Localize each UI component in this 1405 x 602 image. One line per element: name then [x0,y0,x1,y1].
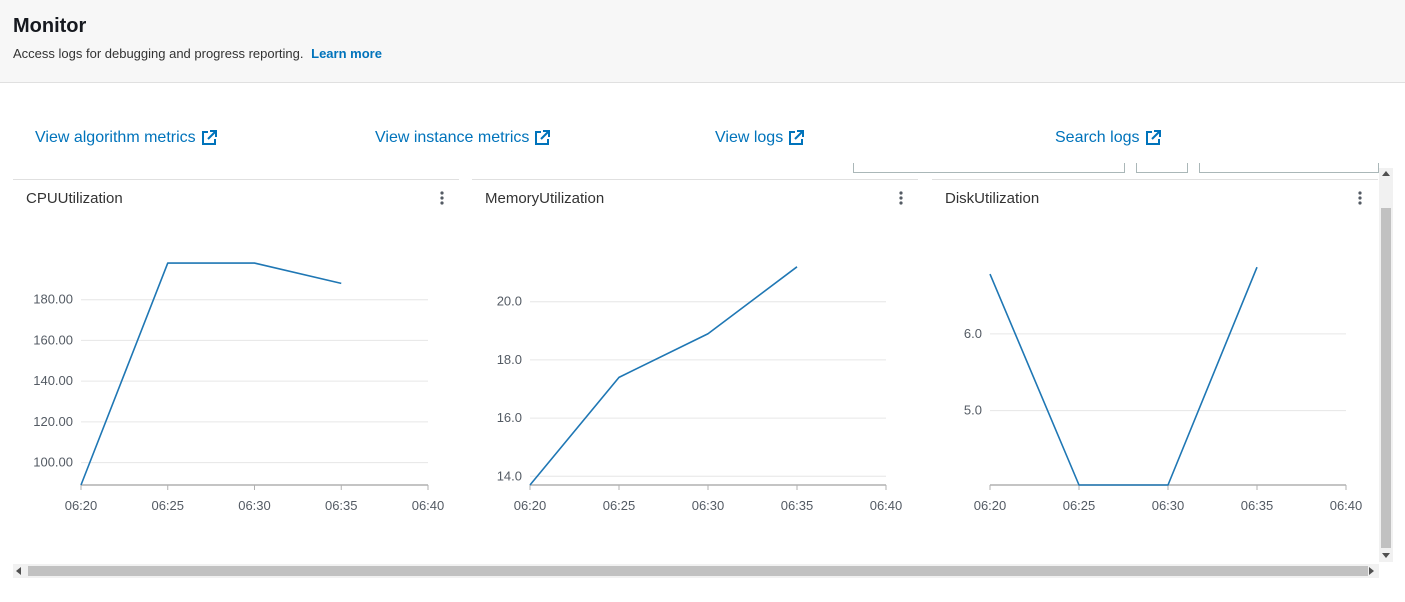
external-link-icon [789,130,805,145]
y-tick-label: 140.00 [33,373,73,388]
link-label: View algorithm metrics [35,129,196,146]
learn-more-link[interactable]: Learn more [311,46,382,61]
chart-title-disk: DiskUtilization [945,190,1040,207]
page-title: Monitor [13,15,87,37]
panel-divider [932,179,1378,180]
clipped-control[interactable] [853,163,1125,173]
external-link-icon [535,130,551,145]
y-tick-label: 14.0 [497,468,522,483]
y-tick-label: 160.00 [33,332,73,347]
panel-divider [13,179,459,180]
clipped-control[interactable] [1199,163,1379,173]
description-text: Access logs for debugging and progress r… [13,46,304,61]
series-line [529,266,798,486]
more-options-icon[interactable] [1357,190,1363,206]
y-tick-label: 20.0 [497,294,522,309]
x-tick-label: 06:30 [692,498,725,513]
y-tick-label: 120.00 [33,414,73,429]
panel-divider [472,179,918,180]
x-tick-label: 06:25 [1063,498,1096,513]
x-tick-label: 06:25 [603,498,636,513]
clipped-control[interactable] [1136,163,1188,173]
x-tick-label: 06:40 [870,498,903,513]
scrollbar-thumb[interactable] [28,566,1368,576]
scroll-left-icon[interactable] [16,567,21,575]
vertical-scrollbar[interactable] [1379,168,1393,562]
scroll-down-icon[interactable] [1382,553,1390,558]
link-label: View logs [715,129,784,146]
x-tick-label: 06:20 [514,498,547,513]
external-link-icon [1145,130,1161,145]
horizontal-scrollbar[interactable] [13,564,1379,578]
series-line [989,266,1258,486]
chart-title-cpu: CPUUtilization [26,190,123,207]
link-label: View instance metrics [375,129,530,146]
more-options-icon[interactable] [439,190,445,206]
page-header: Monitor Access logs for debugging and pr… [0,0,1405,83]
view-logs-link[interactable]: View logs [715,129,805,147]
scroll-right-icon[interactable] [1369,567,1374,575]
x-tick-label: 06:40 [412,498,445,513]
y-tick-label: 5.0 [964,403,982,418]
x-tick-label: 06:35 [781,498,814,513]
view-algorithm-metrics-link[interactable]: View algorithm metrics [35,129,217,147]
search-logs-link[interactable]: Search logs [1055,129,1161,147]
y-tick-label: 6.0 [964,326,982,341]
x-tick-label: 06:35 [1241,498,1274,513]
chart-title-memory: MemoryUtilization [485,190,605,207]
page-description: Access logs for debugging and progress r… [13,46,382,61]
y-tick-label: 180.00 [33,292,73,307]
x-tick-label: 06:30 [1152,498,1185,513]
link-label: Search logs [1055,129,1140,146]
x-tick-label: 06:20 [974,498,1007,513]
x-tick-label: 06:40 [1330,498,1363,513]
y-tick-label: 16.0 [497,410,522,425]
disk-utilization-chart: 5.0 6.0 06:20 06:25 06:30 06:35 06:40 [964,266,1362,513]
scrollbar-thumb[interactable] [1381,208,1391,548]
x-tick-label: 06:30 [238,498,271,513]
x-tick-label: 06:35 [325,498,358,513]
view-instance-metrics-link[interactable]: View instance metrics [375,129,551,147]
x-tick-label: 06:20 [65,498,98,513]
y-tick-label: 100.00 [33,455,73,470]
more-options-icon[interactable] [898,190,904,206]
y-tick-label: 18.0 [497,352,522,367]
x-tick-label: 06:25 [151,498,184,513]
external-link-icon [201,130,217,145]
scroll-up-icon[interactable] [1382,171,1390,176]
series-line [80,262,342,486]
